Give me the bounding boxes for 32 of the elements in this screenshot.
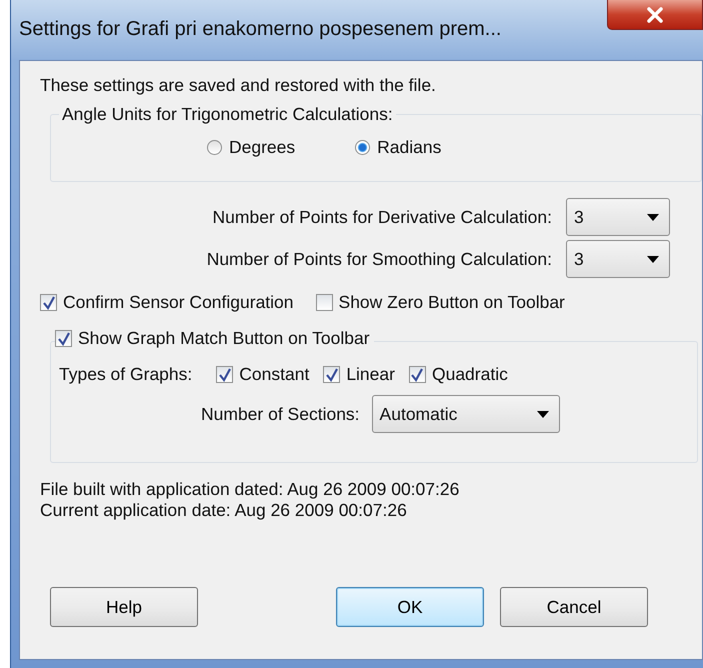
window-title: Settings for Grafi pri enakomerno pospesenem prem...	[19, 18, 502, 41]
field-label: Number of Points for Smoothing Calculation:	[206, 248, 552, 270]
dialog-button[interactable]: Cancel	[500, 587, 648, 627]
close-icon	[646, 6, 664, 22]
dialog-button[interactable]: OK	[336, 587, 484, 627]
checkbox-option[interactable]: Confirm Sensor Configuration	[40, 292, 294, 313]
checkbox-option[interactable]: Constant	[216, 364, 310, 385]
dropdown[interactable]: 3	[566, 198, 670, 236]
group-label: Angle Units for Trigonometric Calculations:	[59, 104, 396, 125]
caret-icon	[647, 214, 659, 220]
field-label: Types of Graphs:	[59, 364, 192, 385]
check-icon	[410, 368, 424, 382]
dropdown[interactable]: 3	[566, 240, 670, 278]
dropdown[interactable]: Automatic	[372, 395, 560, 433]
caret-icon	[536, 410, 549, 418]
check-icon	[56, 332, 70, 346]
checkbox-option[interactable]: Quadratic	[408, 364, 508, 385]
caret-icon	[647, 256, 659, 262]
radio-option[interactable]: Degrees	[207, 137, 296, 158]
checkbox-option[interactable]: Linear	[323, 364, 395, 385]
close-button[interactable]	[607, 0, 703, 30]
field-label: Number of Points for Derivative Calculation:	[212, 206, 552, 228]
radio-option[interactable]: Radians	[355, 137, 442, 158]
dialog-button[interactable]: Help	[50, 587, 198, 627]
field-label: Number of Sections:	[201, 404, 360, 424]
info-text: Current application date: Aug 26 2009 00:07:26	[40, 500, 408, 521]
info-text: File built with application dated: Aug 26 2009 00:07:26	[40, 479, 460, 500]
check-icon	[218, 368, 232, 382]
check-icon	[324, 368, 339, 382]
intro-text: These settings are saved and restored with the file.	[40, 75, 436, 96]
checkbox-option[interactable]: Show Zero Button on Toolbar	[316, 292, 565, 313]
check-icon	[42, 296, 56, 310]
